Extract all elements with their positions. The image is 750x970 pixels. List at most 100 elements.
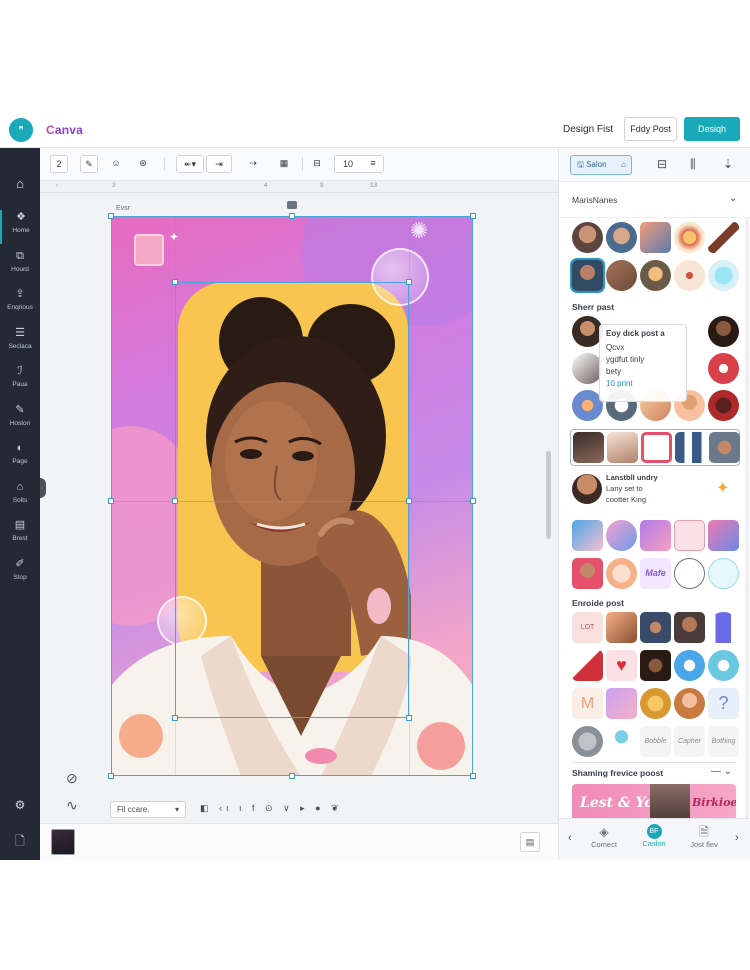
effects-icon[interactable]: ⊛ [134, 155, 152, 173]
resize-handle[interactable] [406, 715, 412, 721]
sidebar-item-hourd[interactable]: ⧉ Hourd [0, 249, 40, 283]
asset-tile[interactable]: Capher [674, 726, 705, 757]
asset-tile[interactable]: M [572, 688, 603, 719]
asset-tile[interactable] [640, 222, 671, 253]
asset-tile[interactable] [708, 222, 739, 253]
asset-tile[interactable] [708, 353, 739, 384]
resize-handle[interactable] [406, 498, 412, 504]
asset-tile[interactable] [708, 260, 739, 291]
arrow-right-icon[interactable]: ⇥ [206, 155, 232, 173]
align-left-icon[interactable]: ↞▾ [176, 155, 204, 173]
asset-tile[interactable]: Bobble [640, 726, 671, 757]
panel-search-row[interactable]: MarisNanes ⌄ [559, 182, 750, 218]
tab-jost-flev[interactable]: 🗎 Jost flev [679, 824, 729, 849]
asset-tile[interactable] [708, 612, 739, 643]
asset-tile[interactable] [641, 432, 672, 463]
salon-select[interactable]: 🖫 Salon ⌂ [570, 155, 632, 175]
asset-tile[interactable] [606, 520, 637, 551]
asset-tile[interactable] [708, 316, 739, 347]
chevron-down-icon[interactable]: ⌄ [729, 193, 737, 204]
resize-handle[interactable] [406, 279, 412, 285]
resize-handle[interactable] [470, 773, 476, 779]
smile-icon[interactable]: ☺ [107, 155, 125, 173]
file-icon[interactable]: 🗋 [0, 832, 40, 853]
asset-tile[interactable] [572, 222, 603, 253]
asset-tile[interactable]: LOT [572, 612, 603, 643]
design-first-link[interactable]: Design Fist [563, 124, 613, 135]
asset-tile[interactable] [674, 688, 705, 719]
asset-tile[interactable] [640, 520, 671, 551]
post-button[interactable]: Fddy Post [624, 117, 677, 141]
sidebar-item-home[interactable]: ❖ Home [0, 210, 40, 244]
asset-tile[interactable] [572, 650, 603, 681]
asset-tile[interactable] [640, 650, 671, 681]
asset-tile[interactable] [675, 432, 706, 463]
menu-icon[interactable]: ≡ [366, 155, 380, 173]
pin-icon[interactable]: ⇣ [723, 157, 733, 171]
asset-tile[interactable] [573, 432, 604, 463]
asset-tile[interactable] [708, 520, 739, 551]
asset-tile[interactable] [606, 222, 637, 253]
document-icon[interactable]: ⊟ [657, 157, 667, 171]
ruler-arrow-icon[interactable]: ‹ [56, 182, 58, 189]
sidebar-item-brest[interactable]: ▤ Brest [0, 518, 40, 552]
asset-tile[interactable] [607, 432, 638, 463]
tab-caslon[interactable]: BF Caslon [629, 824, 679, 848]
sidebar-item-paua[interactable]: ℐ Paua [0, 364, 40, 398]
asset-tile[interactable] [674, 558, 705, 589]
chart-icon[interactable]: ⫼ [690, 157, 696, 172]
sidebar-item-stop[interactable]: ✐ Stop [0, 557, 40, 591]
asset-tile[interactable] [572, 558, 603, 589]
tab-connect[interactable]: ◈ Comect [579, 824, 629, 849]
tooltip-link[interactable]: 10 print [606, 379, 680, 388]
resize-handle[interactable] [108, 213, 114, 219]
heart-icon[interactable]: ♥ [606, 650, 637, 681]
asset-tile[interactable] [606, 688, 637, 719]
arrow-end-icon[interactable]: ⇢ [240, 155, 266, 173]
asset-tile[interactable] [674, 650, 705, 681]
sidebar-item-hoston[interactable]: ✎ Hoston [0, 403, 40, 437]
user-card[interactable]: Lanstbll undry Lany set to cootter King … [570, 472, 740, 512]
page-thumbnail[interactable] [51, 829, 75, 855]
chevron-right-icon[interactable]: › [735, 832, 739, 844]
banner-asset[interactable]: Lest & Yole Birkioe [572, 784, 736, 818]
chevron-left-icon[interactable]: ‹ [568, 832, 572, 844]
sidebar-item-enqrious[interactable]: ⇪ Enqrious [0, 287, 40, 321]
resize-handle[interactable] [172, 498, 178, 504]
logo-icon[interactable]: ꟸ [9, 118, 33, 142]
asset-tile[interactable] [606, 612, 637, 643]
resize-handle[interactable] [470, 498, 476, 504]
resize-handle[interactable] [470, 213, 476, 219]
collapse-icon[interactable]: — ⌄ [711, 766, 732, 777]
resize-handle[interactable] [289, 773, 295, 779]
asset-tile[interactable] [606, 558, 637, 589]
resize-handle[interactable] [108, 498, 114, 504]
image-icon[interactable]: ▦ [272, 155, 296, 173]
settings-icon[interactable]: ⚙ [0, 798, 40, 812]
resize-handle[interactable] [172, 279, 178, 285]
asset-tile[interactable] [572, 520, 603, 551]
collapse-handle[interactable] [40, 478, 46, 498]
canvas-scrollbar[interactable] [546, 451, 551, 539]
pages-grid-icon[interactable]: ▤ [520, 832, 540, 852]
asset-tile[interactable] [674, 520, 705, 551]
asset-tile[interactable] [572, 726, 603, 757]
sidebar-item-seclaca[interactable]: ☰ Seclaca [0, 326, 40, 360]
asset-tile[interactable] [708, 650, 739, 681]
asset-tile[interactable] [708, 390, 739, 421]
asset-tile[interactable]: ? [708, 688, 739, 719]
page-number-button[interactable]: 2 [50, 155, 68, 173]
asset-tile[interactable] [674, 612, 705, 643]
asset-tile[interactable] [570, 258, 605, 293]
design-artboard[interactable]: ✦ ✺ [111, 216, 473, 776]
home-icon[interactable]: ⌂ [0, 176, 40, 194]
rotate-handle[interactable] [287, 201, 297, 209]
asset-tile[interactable] [640, 612, 671, 643]
design-button[interactable]: Desiqh [684, 117, 740, 141]
asset-tile[interactable]: Mafe [640, 558, 671, 589]
resize-handle[interactable] [108, 773, 114, 779]
asset-tile[interactable] [709, 432, 740, 463]
fill-select[interactable]: Fll ccare. ▾ [110, 801, 186, 818]
asset-tile[interactable] [606, 726, 637, 757]
asset-tile[interactable] [674, 260, 705, 291]
